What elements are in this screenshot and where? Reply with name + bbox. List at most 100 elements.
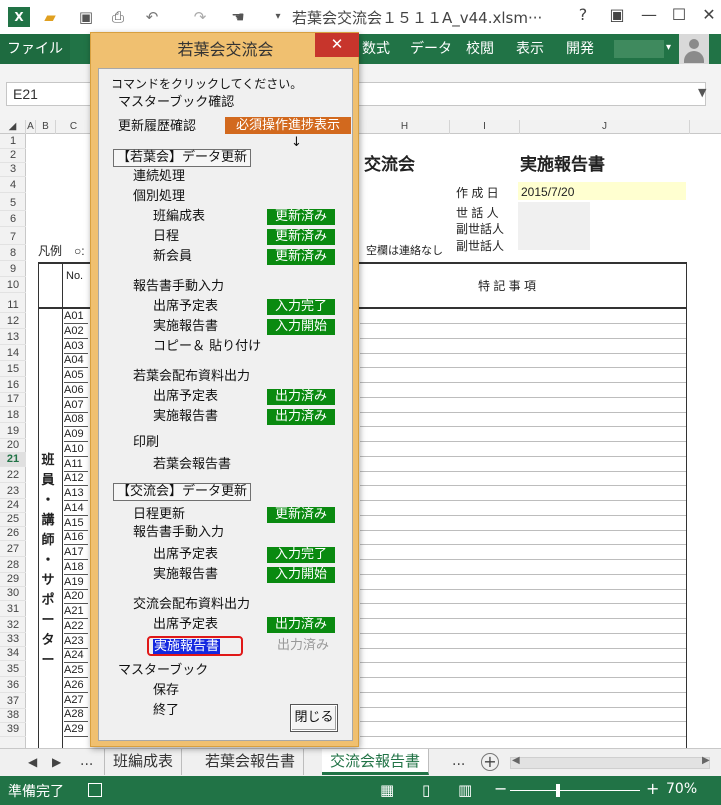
sheet-prev-button[interactable]: ◀ (28, 755, 37, 769)
expand-formula-icon[interactable]: ▼ (698, 86, 706, 99)
macro-record-icon[interactable] (88, 783, 102, 797)
member-id-cell[interactable]: A05 (64, 368, 88, 383)
row-header-7[interactable]: 7 (0, 230, 26, 245)
touch-mode-icon[interactable]: ☚ (228, 7, 248, 27)
add-sheet-button[interactable]: + (481, 753, 499, 771)
member-id-cell[interactable]: A16 (64, 530, 88, 546)
redo-icon[interactable]: ↷ (190, 7, 210, 27)
row-header-34[interactable]: 34 (0, 646, 26, 661)
member-id-cell[interactable]: A15 (64, 516, 88, 531)
member-id-cell[interactable]: A22 (64, 619, 88, 634)
member-id-cell[interactable]: A09 (64, 427, 88, 442)
customize-qat-icon[interactable]: ▾ (268, 7, 288, 27)
dialog-close-button[interactable]: ✕ (315, 33, 359, 57)
schedule-button[interactable]: 日程 (153, 229, 179, 245)
row-header-17[interactable]: 17 (0, 392, 26, 407)
print-preview-icon[interactable]: ⎙ (108, 7, 128, 27)
row-header-9[interactable]: 9 (0, 262, 26, 277)
exit-button[interactable]: 終了 (153, 703, 179, 719)
member-id-cell[interactable]: A14 (64, 501, 88, 516)
tab-review[interactable]: 校閲 (466, 34, 494, 64)
member-id-cell[interactable]: A11 (64, 457, 88, 472)
row-header-35[interactable]: 35 (0, 662, 26, 677)
member-id-cell[interactable]: A07 (64, 398, 88, 413)
row-header-3[interactable]: 3 (0, 162, 26, 177)
ribbon-display-icon[interactable]: ▣ (602, 2, 632, 28)
row-header-19[interactable]: 19 (0, 424, 26, 439)
zoom-out-button[interactable]: − (494, 779, 507, 798)
wakaba-report-output-button[interactable]: 実施報告書 (153, 409, 218, 425)
member-id-cell[interactable]: A28 (64, 707, 88, 723)
help-button[interactable]: ? (568, 2, 598, 28)
row-header-21[interactable]: 21 (0, 452, 26, 467)
continuous-process-button[interactable]: 連続処理 (133, 169, 185, 185)
row-header-26[interactable]: 26 (0, 526, 26, 541)
row-header-32[interactable]: 32 (0, 618, 26, 633)
kouryu-attendance-output-button[interactable]: 出席予定表 (153, 617, 218, 633)
open-folder-icon[interactable]: ▰ (40, 7, 60, 27)
scroll-right-icon[interactable]: ▶ (702, 755, 710, 766)
member-id-cell[interactable]: A25 (64, 663, 88, 678)
row-header-37[interactable]: 37 (0, 694, 26, 709)
row-header-5[interactable]: 5 (0, 196, 26, 211)
tab-formulas[interactable]: 数式 (362, 34, 390, 64)
member-id-cell[interactable]: A19 (64, 575, 88, 590)
wakaba-report-input-button[interactable]: 実施報告書 (153, 319, 218, 335)
zoom-slider-thumb[interactable] (556, 784, 560, 797)
member-id-cell[interactable]: A18 (64, 560, 88, 575)
account-dropdown-icon[interactable]: ▾ (666, 42, 671, 53)
member-id-cell[interactable]: A17 (64, 545, 88, 560)
member-id-cell[interactable]: A03 (64, 339, 88, 354)
page-break-icon[interactable]: ▥ (458, 781, 472, 799)
close-window-button[interactable]: ✕ (694, 2, 721, 28)
required-progress-button[interactable]: 必須操作進捗表示 (225, 117, 351, 134)
row-header-25[interactable]: 25 (0, 512, 26, 527)
member-id-cell[interactable]: A26 (64, 678, 88, 693)
sheet-ellipsis-left[interactable]: ... (80, 753, 93, 769)
member-id-cell[interactable]: A21 (64, 604, 88, 619)
row-header-24[interactable]: 24 (0, 498, 26, 513)
column-header-i[interactable]: I (450, 120, 520, 134)
sheet-tab-kouryu-report[interactable]: 交流会報告書 (322, 749, 430, 775)
row-header-20[interactable]: 20 (0, 438, 26, 453)
member-id-cell[interactable]: A01 (64, 309, 88, 324)
undo-icon[interactable]: ↶ (142, 7, 162, 27)
wakaba-attendance-output-button[interactable]: 出席予定表 (153, 389, 218, 405)
kouryu-report-output-button[interactable]: 実施報告書 (147, 636, 243, 656)
sheet-ellipsis-right[interactable]: ... (452, 753, 465, 769)
member-id-cell[interactable]: A29 (64, 722, 88, 737)
member-id-cell[interactable]: A02 (64, 324, 88, 339)
avatar[interactable] (679, 34, 709, 64)
save-button[interactable]: 保存 (153, 683, 179, 699)
row-header-39[interactable]: 39 (0, 722, 26, 737)
wakaba-report-print-button[interactable]: 若葉会報告書 (153, 457, 231, 473)
sheet-next-button[interactable]: ▶ (52, 755, 61, 769)
wakaba-attendance-button[interactable]: 出席予定表 (153, 299, 218, 315)
zoom-in-button[interactable]: + (646, 779, 659, 798)
tab-view[interactable]: 表示 (516, 34, 544, 64)
account-name[interactable] (614, 40, 664, 58)
column-header-a[interactable]: A (26, 120, 36, 134)
select-all-corner[interactable]: ◢ (0, 120, 26, 134)
row-header-10[interactable]: 10 (0, 278, 26, 293)
row-header-2[interactable]: 2 (0, 148, 26, 163)
row-header-1[interactable]: 1 (0, 134, 26, 149)
member-id-cell[interactable]: A08 (64, 412, 88, 428)
member-id-cell[interactable]: A04 (64, 353, 88, 369)
row-header-11[interactable]: 11 (0, 298, 26, 313)
row-header-36[interactable]: 36 (0, 678, 26, 693)
schedule-update-button[interactable]: 日程更新 (133, 507, 185, 523)
copy-paste-button[interactable]: コピー＆ 貼り付け (153, 339, 261, 355)
group-table-button[interactable]: 班編成表 (153, 209, 205, 225)
row-header-33[interactable]: 33 (0, 632, 26, 647)
save-icon[interactable]: ▣ (76, 7, 96, 27)
sheet-tab-group-table[interactable]: 班編成表 (104, 749, 183, 775)
row-header-38[interactable]: 38 (0, 708, 26, 723)
row-header-15[interactable]: 15 (0, 362, 26, 377)
row-header-12[interactable]: 12 (0, 314, 26, 329)
member-id-cell[interactable]: A24 (64, 648, 88, 664)
row-header-18[interactable]: 18 (0, 408, 26, 423)
caretaker-cells[interactable] (518, 202, 590, 250)
column-header-h[interactable]: H (360, 120, 450, 134)
row-header-28[interactable]: 28 (0, 558, 26, 573)
